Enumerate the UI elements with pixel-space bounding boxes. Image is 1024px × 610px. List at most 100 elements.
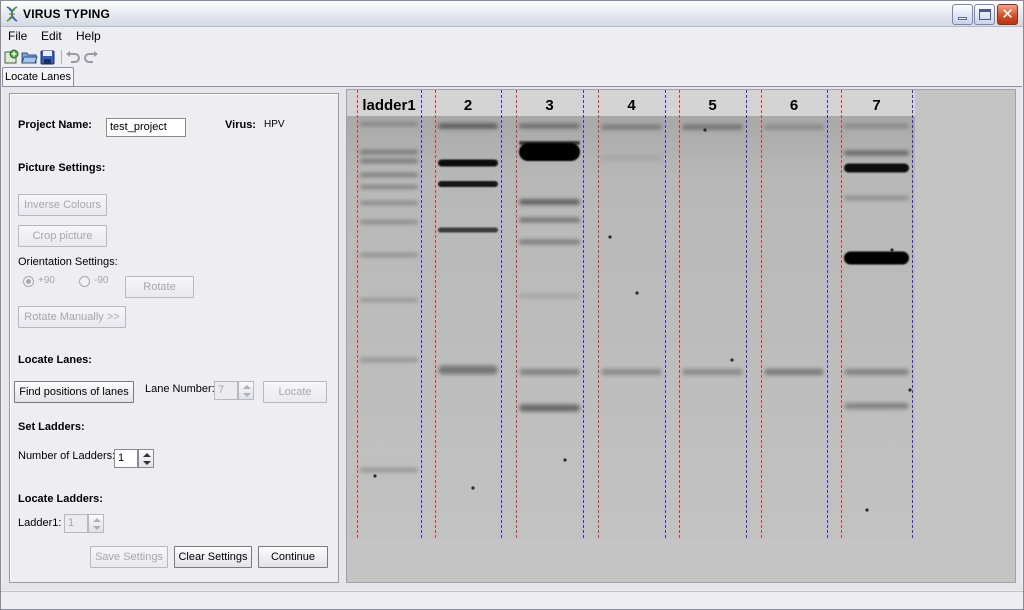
number-of-ladders-field[interactable]: 1 [114, 449, 138, 468]
set-ladders-heading: Set Ladders: [18, 421, 85, 433]
maximize-button[interactable] [974, 4, 995, 25]
close-button[interactable]: ✕ [997, 4, 1018, 25]
project-name-field[interactable]: test_project [106, 118, 186, 137]
maximize-icon [979, 9, 991, 20]
crop-picture-button[interactable]: Crop picture [18, 225, 107, 247]
gel-speck [608, 235, 612, 239]
find-positions-button[interactable]: Find positions of lanes [14, 381, 134, 403]
clear-settings-button[interactable]: Clear Settings [174, 546, 252, 568]
gel-band [519, 369, 580, 375]
toolbar-separator [61, 50, 62, 64]
lane-label: 5 [708, 97, 716, 114]
gel-band [844, 403, 909, 409]
gel-band [360, 358, 418, 362]
gel-speck [703, 128, 707, 132]
ladder1-stepper[interactable] [88, 514, 104, 533]
gel-image[interactable]: ladder1 2 3 4 5 6 7 [347, 90, 1016, 583]
chevron-down-icon [93, 526, 101, 530]
radio-minus90-label: -90 [94, 275, 109, 286]
ladder1-label: Ladder1: [18, 517, 62, 529]
gel-band [360, 122, 418, 126]
gel-band [844, 124, 909, 128]
menu-help[interactable]: Help [76, 29, 101, 43]
chevron-up-icon [243, 385, 251, 389]
rotate-button[interactable]: Rotate [125, 276, 194, 298]
gel-band [764, 369, 824, 375]
inverse-colours-button[interactable]: Inverse Colours [18, 194, 107, 216]
minimize-button[interactable] [952, 4, 973, 25]
chevron-down-icon [143, 461, 151, 465]
redo-icon[interactable] [83, 49, 100, 65]
menu-bar: File Edit Help [1, 28, 1023, 46]
status-bar [1, 591, 1023, 609]
continue-button[interactable]: Continue [258, 546, 328, 568]
gel-band [601, 156, 662, 160]
lane-label: 7 [872, 97, 880, 114]
minimize-icon [958, 17, 967, 20]
lane-label: 3 [545, 97, 553, 114]
radio-minus90[interactable] [79, 276, 90, 287]
gel-band [519, 199, 580, 205]
tab-locate-lanes[interactable]: Locate Lanes [2, 67, 74, 87]
rotate-manually-button[interactable]: Rotate Manually >> [18, 306, 126, 328]
gel-speck [373, 474, 377, 478]
locate-button[interactable]: Locate [263, 381, 327, 403]
gel-band [601, 124, 662, 130]
gel-band [360, 150, 418, 154]
ladder1-field[interactable]: 1 [64, 514, 88, 533]
gel-band [519, 294, 580, 298]
gel-band [682, 369, 743, 375]
gel-band [682, 124, 743, 130]
locate-lanes-heading: Locate Lanes: [18, 354, 92, 366]
gel-band [438, 123, 498, 129]
lane-label: ladder1 [362, 97, 415, 114]
number-of-ladders-label: Number of Ladders: [18, 450, 116, 462]
lane-label: 4 [627, 97, 636, 114]
virus-label: Virus: [225, 119, 256, 131]
title-bar[interactable]: VIRUS TYPING ✕ [1, 1, 1023, 27]
gel-band [438, 159, 498, 167]
gel-band [519, 218, 580, 222]
save-settings-button[interactable]: Save Settings [90, 546, 168, 568]
gel-band [360, 201, 418, 205]
number-of-ladders-stepper[interactable] [138, 449, 154, 468]
window-title: VIRUS TYPING [23, 7, 111, 21]
new-project-icon[interactable] [3, 49, 20, 65]
chevron-up-icon [143, 453, 151, 457]
lane-label: 6 [790, 97, 798, 114]
gel-band [360, 253, 418, 257]
lane-number-field[interactable]: 7 [214, 381, 238, 400]
radio-plus90-label: +90 [38, 275, 55, 286]
gel-speck [890, 248, 894, 252]
lane-number-label: Lane Number: [145, 383, 215, 395]
gel-band [360, 468, 418, 472]
gel-band [519, 240, 580, 244]
virus-value: HPV [264, 119, 285, 130]
gel-band [519, 404, 580, 412]
gel-band [519, 124, 580, 128]
gel-band [360, 159, 418, 163]
menu-edit[interactable]: Edit [41, 29, 62, 43]
project-name-label: Project Name: [18, 119, 92, 131]
gel-band [360, 298, 418, 302]
gel-band [438, 365, 498, 375]
app-window: VIRUS TYPING ✕ File Edit Help Locate Lan… [0, 0, 1024, 610]
save-icon[interactable] [39, 49, 56, 65]
settings-panel: Project Name: test_project Virus: HPV Pi… [9, 93, 339, 583]
menu-file[interactable]: File [8, 29, 27, 43]
open-icon[interactable] [21, 49, 38, 65]
undo-icon[interactable] [64, 49, 81, 65]
gel-band [438, 227, 498, 233]
gel-band [844, 196, 909, 200]
gel-body [347, 116, 915, 539]
gel-band [844, 163, 909, 173]
close-icon: ✕ [1001, 5, 1014, 23]
gel-image-area[interactable]: ladder1 2 3 4 5 6 7 [346, 89, 1016, 583]
gel-speck [471, 486, 475, 490]
radio-plus90[interactable] [23, 276, 34, 287]
lane-number-stepper[interactable] [238, 381, 254, 400]
gel-speck [635, 291, 639, 295]
dna-app-icon [6, 6, 18, 22]
picture-settings-heading: Picture Settings: [18, 162, 106, 174]
chevron-down-icon [243, 393, 251, 397]
